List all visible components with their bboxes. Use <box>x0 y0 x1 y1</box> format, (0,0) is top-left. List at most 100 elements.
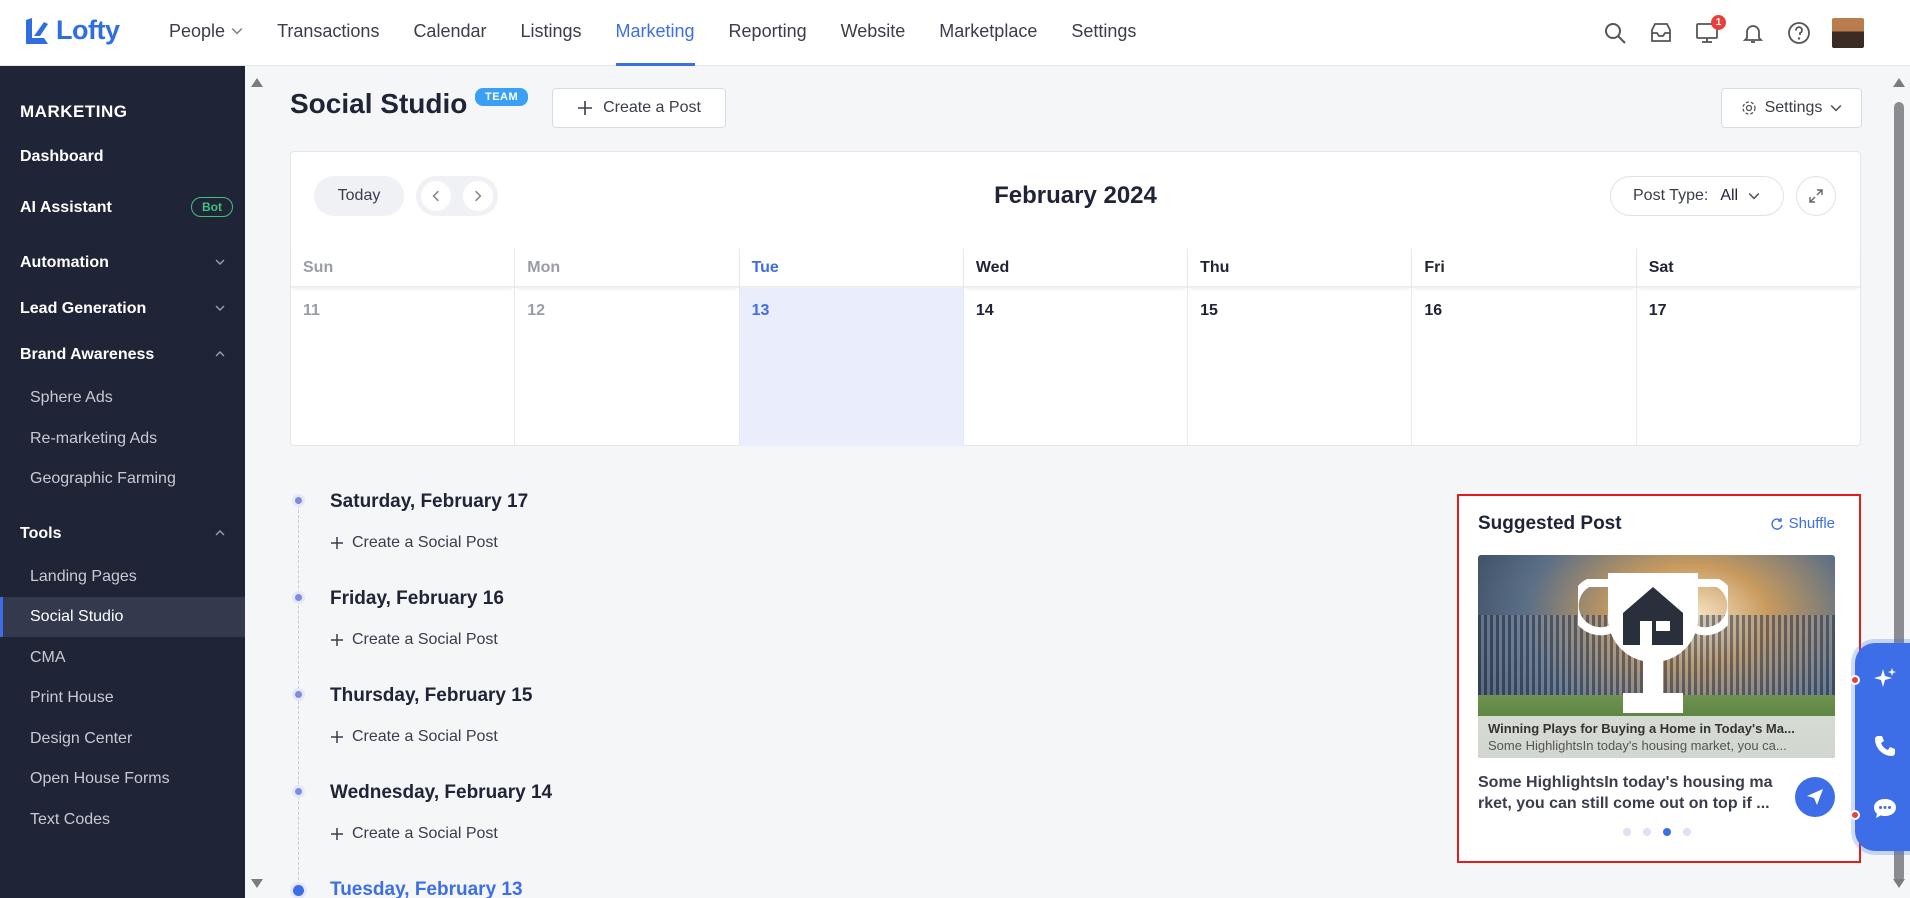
calendar-date-cell[interactable]: 15 <box>1188 288 1411 446</box>
scroll-up-arrow-icon[interactable] <box>251 78 263 87</box>
calendar-day-column[interactable]: Tue 13 <box>739 248 964 446</box>
chat-button[interactable] <box>1869 793 1901 825</box>
sidebar-item-automation[interactable]: Automation <box>0 243 245 283</box>
nav-item-label: Listings <box>520 21 582 41</box>
carousel-dot[interactable] <box>1683 828 1691 836</box>
nav-item-calendar[interactable]: Calendar <box>413 0 486 66</box>
nav-item-label: Website <box>840 21 906 41</box>
calendar-day-column[interactable]: Mon 12 <box>515 248 740 446</box>
sidebar-item-brand-awareness[interactable]: Brand Awareness <box>0 335 245 375</box>
sidebar-item-label: Lead Generation <box>20 300 147 317</box>
shuffle-button[interactable]: Shuffle <box>1770 515 1835 532</box>
plus-icon <box>331 731 343 743</box>
nav-item-marketplace[interactable]: Marketplace <box>939 0 1037 66</box>
help-icon[interactable] <box>1786 20 1812 46</box>
sidebar-scrollbar[interactable] <box>245 66 268 898</box>
calendar-date-cell[interactable]: 11 <box>291 288 514 446</box>
post-type-filter[interactable]: Post Type: All <box>1610 176 1784 216</box>
expand-button[interactable] <box>1796 176 1836 216</box>
calendar-date-cell[interactable]: 14 <box>964 288 1187 446</box>
sidebar-item-text-codes[interactable]: Text Codes <box>0 800 245 840</box>
sidebar-item-remarketing-ads[interactable]: Re-marketing Ads <box>0 419 245 459</box>
sidebar-item-lead-generation[interactable]: Lead Generation <box>0 289 245 329</box>
calendar-date-cell[interactable]: 17 <box>1637 288 1860 446</box>
send-post-button[interactable] <box>1795 777 1835 817</box>
create-social-post-link[interactable]: Create a Social Post <box>330 728 498 746</box>
suggested-post-text: Some HighlightsIn today's housing ma rke… <box>1478 772 1778 814</box>
calendar-day-column[interactable]: Fri 16 <box>1412 248 1637 446</box>
week-calendar: Today February 2024 Post Type: All Sun 11… <box>290 151 1861 446</box>
sidebar-item-tools[interactable]: Tools <box>0 514 245 554</box>
suggested-post-text-line: rket, you can still come out on top if .… <box>1478 795 1770 812</box>
sidebar-item-label: Geographic Farming <box>30 470 176 487</box>
paper-plane-icon <box>1807 789 1823 805</box>
sidebar-item-landing-pages[interactable]: Landing Pages <box>0 557 245 597</box>
create-social-post-label: Create a Social Post <box>352 631 498 648</box>
timeline-date-heading: Wednesday, February 14 <box>330 782 553 803</box>
sidebar-item-social-studio[interactable]: Social Studio <box>0 597 245 637</box>
calendar-date-cell[interactable]: 12 <box>515 288 738 446</box>
search-icon[interactable] <box>1602 20 1628 46</box>
nav-item-people[interactable]: People <box>169 0 243 66</box>
sidebar-heading: MARKETING <box>20 102 128 121</box>
suggested-post-text-line: Some HighlightsIn today's housing ma <box>1478 774 1773 791</box>
bell-icon[interactable] <box>1740 20 1766 46</box>
lofty-logo[interactable]: Lofty <box>24 15 120 46</box>
create-social-post-link[interactable]: Create a Social Post <box>330 631 498 649</box>
sidebar-item-ai-assistant[interactable]: AI Assistant Bot <box>0 188 245 228</box>
carousel-dot[interactable] <box>1623 828 1631 836</box>
calendar-day-column[interactable]: Wed 14 <box>963 248 1189 446</box>
lofty-logo-icon <box>26 17 48 44</box>
image-caption-title: Winning Plays for Buying a Home in Today… <box>1488 721 1795 736</box>
carousel-dot[interactable] <box>1643 828 1651 836</box>
sidebar-item-label: Open House Forms <box>30 770 170 787</box>
calendar-weekday-label: Mon <box>515 248 739 288</box>
sidebar-item-label: Landing Pages <box>30 568 137 585</box>
nav-item-website[interactable]: Website <box>841 0 906 66</box>
refresh-icon <box>1770 517 1783 530</box>
status-indicator-dot <box>1850 810 1860 820</box>
calendar-date-cell[interactable]: 16 <box>1412 288 1635 446</box>
sidebar-item-print-house[interactable]: Print House <box>0 678 245 718</box>
nav-item-listings[interactable]: Listings <box>520 0 581 66</box>
inbox-icon[interactable] <box>1648 20 1674 46</box>
sidebar-item-open-house-forms[interactable]: Open House Forms <box>0 759 245 799</box>
ai-sparkle-button[interactable] <box>1869 663 1901 695</box>
nav-item-marketing[interactable]: Marketing <box>615 0 695 66</box>
user-avatar[interactable] <box>1832 18 1864 48</box>
scroll-down-arrow-icon[interactable] <box>1893 879 1905 888</box>
monitor-icon[interactable]: 1 <box>1694 15 1726 46</box>
sidebar-item-design-center[interactable]: Design Center <box>0 719 245 759</box>
nav-item-transactions[interactable]: Transactions <box>277 0 379 66</box>
sidebar-item-sphere-ads[interactable]: Sphere Ads <box>0 378 245 418</box>
nav-item-reporting[interactable]: Reporting <box>729 0 807 66</box>
sidebar-item-geographic-farming[interactable]: Geographic Farming <box>0 459 245 499</box>
nav-item-settings[interactable]: Settings <box>1071 0 1136 66</box>
scroll-up-arrow-icon[interactable] <box>1893 78 1905 87</box>
calendar-day-column[interactable]: Sun 11 <box>291 248 516 446</box>
calendar-weekday-label: Tue <box>739 248 963 288</box>
floating-toolbar <box>1855 643 1910 851</box>
nav-item-label: People <box>169 21 226 41</box>
sidebar-item-cma[interactable]: CMA <box>0 638 245 678</box>
create-social-post-link[interactable]: Create a Social Post <box>330 825 498 843</box>
sidebar-item-dashboard[interactable]: Dashboard <box>0 137 245 177</box>
phone-button[interactable] <box>1869 730 1901 762</box>
create-social-post-link[interactable]: Create a Social Post <box>330 534 498 552</box>
calendar-date-cell[interactable]: 13 <box>739 288 963 446</box>
scroll-down-arrow-icon[interactable] <box>251 879 263 888</box>
suggested-post-image[interactable]: Winning Plays for Buying a Home in Today… <box>1478 555 1835 758</box>
carousel-dot[interactable] <box>1663 828 1671 836</box>
timeline-dot <box>292 494 305 507</box>
logo-text: Lofty <box>56 15 120 45</box>
chevron-up-icon <box>215 351 225 357</box>
sidebar-item-label: Social Studio <box>30 608 124 625</box>
calendar-day-column[interactable]: Thu 15 <box>1188 248 1413 446</box>
sidebar-item-label: Automation <box>20 254 109 271</box>
timeline-dot <box>292 591 305 604</box>
timeline-date-heading: Thursday, February 15 <box>330 685 533 706</box>
calendar-weekday-label: Fri <box>1412 248 1636 288</box>
create-post-button[interactable]: Create a Post <box>552 88 726 128</box>
calendar-day-column[interactable]: Sat 17 <box>1636 248 1860 446</box>
settings-dropdown-button[interactable]: Settings <box>1721 88 1862 128</box>
